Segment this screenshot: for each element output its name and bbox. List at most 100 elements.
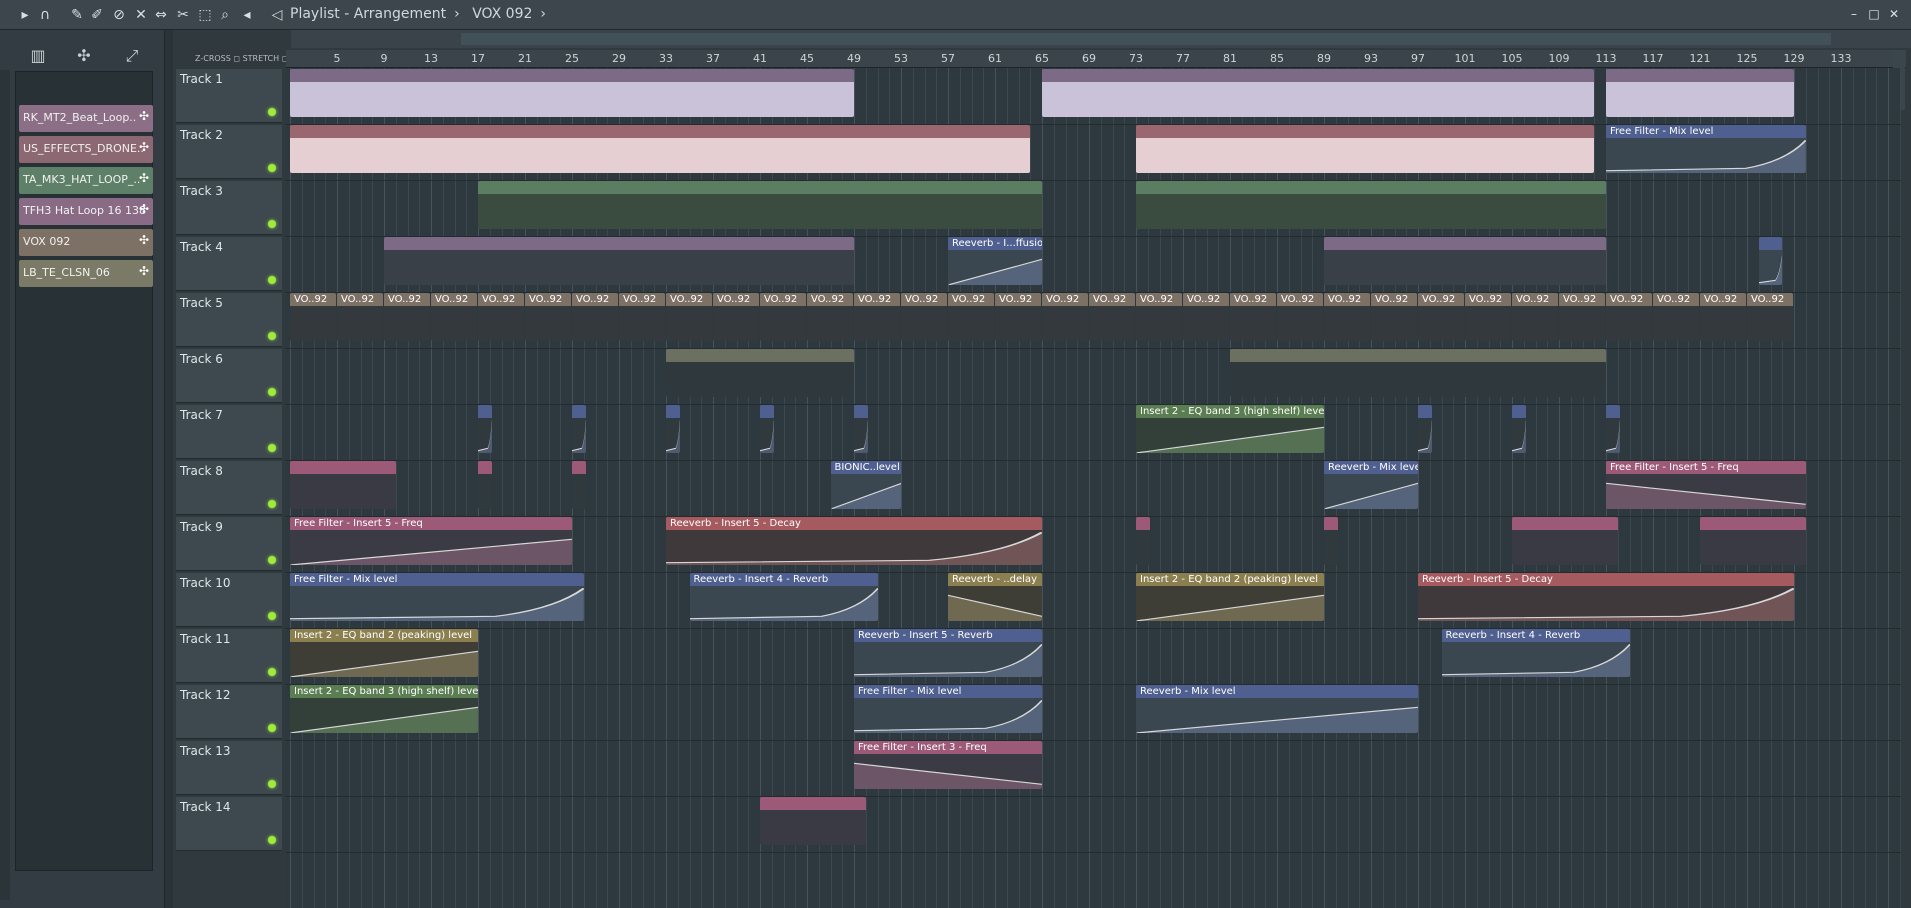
maximize-button[interactable]: □ — [1866, 6, 1882, 22]
vox-clip[interactable]: VO..92 — [901, 293, 947, 341]
breadcrumb-playlist[interactable]: Playlist - Arrangement — [290, 6, 446, 22]
vox-clip[interactable]: VO..92 — [525, 293, 571, 341]
track-header[interactable]: Track 9 — [176, 517, 282, 571]
track-mute-led[interactable] — [268, 500, 276, 508]
slice-icon[interactable]: ✂ — [174, 6, 192, 24]
clip[interactable] — [572, 461, 586, 509]
vox-clip[interactable]: VO..92 — [337, 293, 383, 341]
clip[interactable] — [1324, 237, 1606, 285]
vox-clip[interactable]: VO..92 — [854, 293, 900, 341]
vox-clip[interactable]: VO..92 — [478, 293, 524, 341]
clip[interactable] — [1512, 517, 1618, 565]
track-mute-led[interactable] — [268, 108, 276, 116]
clip[interactable] — [1136, 517, 1150, 565]
automation-clip[interactable]: BIONIC..level — [830, 461, 901, 509]
track-header[interactable]: Track 5 — [176, 293, 282, 347]
delete-icon[interactable]: ⊘ — [110, 6, 128, 24]
pattern-item[interactable]: US_EFFECTS_DRONE.. ✣ — [19, 136, 153, 163]
automation-clip[interactable]: Reeverb - Insert 5 - Reverb — [854, 629, 1042, 677]
arrangement-grid[interactable]: Free Filter - Mix level Reeverb - I...ffu… — [286, 68, 1901, 908]
automation-clip[interactable]: Free Filter - Mix level — [854, 685, 1042, 733]
overview-scrollbar[interactable] — [291, 30, 1911, 48]
automation-clip[interactable] — [666, 405, 680, 453]
track-header[interactable]: Track 8 — [176, 461, 282, 515]
clip[interactable] — [384, 237, 854, 285]
paint-icon[interactable]: ✐ — [88, 6, 106, 24]
vox-clip[interactable]: VO..92 — [1747, 293, 1793, 341]
clip[interactable] — [1230, 349, 1606, 397]
piano-icon[interactable]: ▥ — [26, 46, 50, 68]
slip-icon[interactable]: ⇔ — [152, 6, 170, 24]
clip[interactable] — [1042, 69, 1595, 117]
minimize-button[interactable]: – — [1846, 6, 1862, 22]
vox-clip[interactable]: VO..92 — [1700, 293, 1746, 341]
track-mute-led[interactable] — [268, 444, 276, 452]
clip[interactable] — [1136, 125, 1595, 173]
vox-clip[interactable]: VO..92 — [290, 293, 336, 341]
automation-clip[interactable]: Reeverb - Mix level — [1136, 685, 1418, 733]
track-mute-led[interactable] — [268, 276, 276, 284]
vox-clip[interactable]: VO..92 — [1277, 293, 1323, 341]
automation-clip[interactable]: Reeverb - Mix level — [1324, 461, 1418, 509]
vox-clip[interactable]: VO..92 — [1418, 293, 1464, 341]
pattern-item[interactable]: TA_MK3_HAT_LOOP_.. ✣ — [19, 167, 153, 194]
automation-clip[interactable]: Reeverb - Insert 4 - Reverb — [689, 573, 878, 621]
track-header[interactable]: Track 1 — [176, 69, 282, 123]
vox-clip[interactable]: VO..92 — [1230, 293, 1276, 341]
track-mute-led[interactable] — [268, 220, 276, 228]
zoom-icon[interactable]: ⌕ — [216, 6, 234, 24]
automation-clip[interactable]: Insert 2 - EQ band 3 (high shelf) level — [290, 685, 478, 733]
automation-clip[interactable] — [1418, 405, 1432, 453]
automation-icon[interactable]: ⤢ — [120, 46, 144, 68]
vox-clip[interactable]: VO..92 — [619, 293, 665, 341]
track-mute-led[interactable] — [268, 556, 276, 564]
track-mute-led[interactable] — [268, 836, 276, 844]
breadcrumb-pattern[interactable]: VOX 092 — [472, 6, 532, 22]
select-icon[interactable]: ⬚ — [196, 6, 214, 24]
track-mute-led[interactable] — [268, 724, 276, 732]
vox-clip[interactable]: VO..92 — [1465, 293, 1511, 341]
vox-clip[interactable]: VO..92 — [572, 293, 618, 341]
pencil-icon[interactable]: ✎ — [68, 6, 86, 24]
automation-clip[interactable]: Free Filter - Mix level — [290, 573, 584, 621]
play-arrow-icon[interactable]: ▸ — [16, 6, 34, 24]
automation-clip[interactable] — [760, 405, 774, 453]
automation-clip[interactable] — [1606, 405, 1620, 453]
clip[interactable] — [290, 69, 854, 117]
vox-clip[interactable]: VO..92 — [1559, 293, 1605, 341]
automation-clip[interactable]: Free Filter - Mix level — [1606, 125, 1806, 173]
close-button[interactable]: ✕ — [1886, 6, 1902, 22]
zcross-toggle[interactable]: Z-CROSS ◻ STRETCH ◻ — [195, 54, 288, 63]
vox-clip[interactable]: VO..92 — [1653, 293, 1699, 341]
track-header[interactable]: Track 10 — [176, 573, 282, 627]
vox-clip[interactable]: VO..92 — [431, 293, 477, 341]
automation-clip[interactable] — [572, 405, 586, 453]
automation-clip[interactable] — [854, 405, 868, 453]
vox-clip[interactable]: VO..92 — [1089, 293, 1135, 341]
vox-clip[interactable]: VO..92 — [713, 293, 759, 341]
automation-clip[interactable]: Free Filter - Insert 5 - Freq — [290, 517, 572, 565]
picker-scroll-strip[interactable] — [0, 70, 10, 900]
track-header[interactable]: Track 14 — [176, 797, 282, 851]
track-mute-led[interactable] — [268, 668, 276, 676]
pattern-item[interactable]: LB_TE_CLSN_06 ✣ — [19, 260, 153, 287]
vox-clip[interactable]: VO..92 — [666, 293, 712, 341]
automation-clip[interactable]: Insert 2 - EQ band 2 (peaking) level — [290, 629, 478, 677]
vox-clip[interactable]: VO..92 — [1183, 293, 1229, 341]
automation-clip[interactable]: Free Filter - Insert 3 - Freq — [854, 741, 1042, 789]
clip[interactable] — [1136, 181, 1606, 229]
track-header[interactable]: Track 11 — [176, 629, 282, 683]
vox-clip[interactable]: VO..92 — [948, 293, 994, 341]
clip[interactable] — [1700, 517, 1806, 565]
track-header[interactable]: Track 2 — [176, 125, 282, 179]
track-header[interactable]: Track 4 — [176, 237, 282, 291]
clip[interactable] — [478, 181, 1042, 229]
vox-clip[interactable]: VO..92 — [995, 293, 1041, 341]
pattern-item[interactable]: TFH3 Hat Loop 16 138 ✣ — [19, 198, 153, 225]
vox-clip[interactable]: VO..92 — [1512, 293, 1558, 341]
automation-clip[interactable]: Reeverb - I...ffusion — [948, 237, 1042, 285]
automation-clip[interactable] — [478, 405, 492, 453]
vox-clip[interactable]: VO..92 — [384, 293, 430, 341]
automation-clip[interactable]: Insert 2 - EQ band 3 (high shelf) level — [1136, 405, 1324, 453]
pattern-item[interactable]: VOX 092 ✣ — [19, 229, 153, 256]
